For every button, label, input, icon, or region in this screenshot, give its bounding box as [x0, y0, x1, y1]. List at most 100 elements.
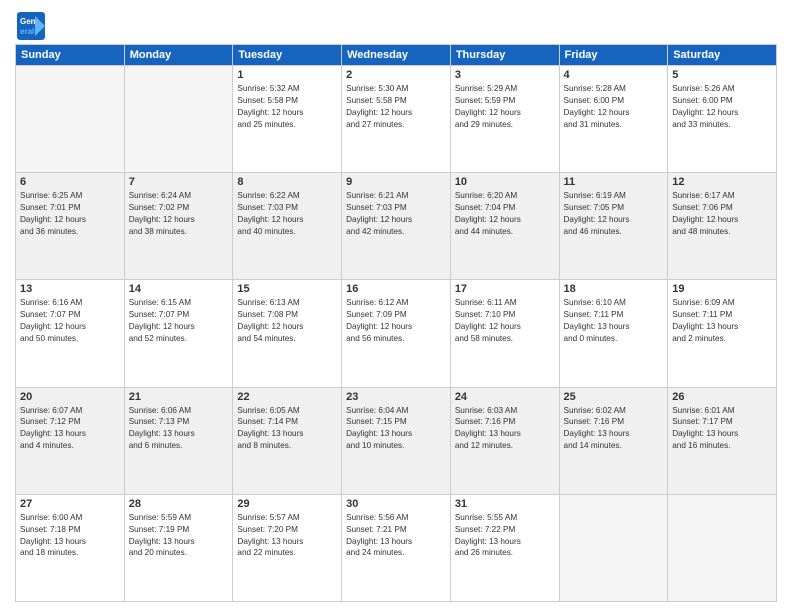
week-row-0: 1Sunrise: 5:32 AMSunset: 5:58 PMDaylight… [16, 66, 777, 173]
day-number: 16 [346, 283, 446, 295]
calendar-cell [559, 494, 668, 601]
day-detail: Sunrise: 6:06 AMSunset: 7:13 PMDaylight:… [129, 405, 229, 453]
calendar-cell: 24 Sunrise: 6:03 AMSunset: 7:16 PMDayligh… [450, 387, 559, 494]
page: Gen eral SundayMondayTuesdayWednesdayThu… [0, 0, 792, 612]
day-number: 19 [672, 283, 772, 295]
calendar-cell: 9 Sunrise: 6:21 AMSunset: 7:03 PMDaylight… [342, 173, 451, 280]
day-number: 3 [455, 69, 555, 81]
day-number: 31 [455, 498, 555, 510]
day-number: 14 [129, 283, 229, 295]
header-row: SundayMondayTuesdayWednesdayThursdayFrid… [16, 45, 777, 66]
day-detail: Sunrise: 5:55 AMSunset: 7:22 PMDaylight:… [455, 512, 555, 560]
day-number: 2 [346, 69, 446, 81]
day-number: 25 [564, 391, 664, 403]
header-cell-friday: Friday [559, 45, 668, 66]
day-number: 17 [455, 283, 555, 295]
calendar-cell: 8 Sunrise: 6:22 AMSunset: 7:03 PMDaylight… [233, 173, 342, 280]
calendar-cell: 22 Sunrise: 6:05 AMSunset: 7:14 PMDayligh… [233, 387, 342, 494]
calendar-cell: 29 Sunrise: 5:57 AMSunset: 7:20 PMDayligh… [233, 494, 342, 601]
day-number: 29 [237, 498, 337, 510]
day-detail: Sunrise: 6:15 AMSunset: 7:07 PMDaylight:… [129, 297, 229, 345]
day-number: 21 [129, 391, 229, 403]
day-number: 13 [20, 283, 120, 295]
header-cell-monday: Monday [124, 45, 233, 66]
calendar-cell: 31 Sunrise: 5:55 AMSunset: 7:22 PMDayligh… [450, 494, 559, 601]
day-detail: Sunrise: 6:13 AMSunset: 7:08 PMDaylight:… [237, 297, 337, 345]
calendar-cell: 30Sunrise: 5:56 AMSunset: 7:21 PMDayligh… [342, 494, 451, 601]
calendar-cell: 20 Sunrise: 6:07 AMSunset: 7:12 PMDayligh… [16, 387, 125, 494]
day-number: 6 [20, 176, 120, 188]
day-number: 26 [672, 391, 772, 403]
week-row-2: 13 Sunrise: 6:16 AMSunset: 7:07 PMDayligh… [16, 280, 777, 387]
week-row-4: 27 Sunrise: 6:00 AMSunset: 7:18 PMDayligh… [16, 494, 777, 601]
day-detail: Sunrise: 5:57 AMSunset: 7:20 PMDaylight:… [237, 512, 337, 560]
day-detail: Sunrise: 6:22 AMSunset: 7:03 PMDaylight:… [237, 190, 337, 238]
calendar-cell: 14 Sunrise: 6:15 AMSunset: 7:07 PMDayligh… [124, 280, 233, 387]
day-detail: Sunrise: 5:30 AMSunset: 5:58 PMDaylight:… [346, 83, 446, 131]
header-cell-sunday: Sunday [16, 45, 125, 66]
day-number: 27 [20, 498, 120, 510]
calendar-cell: 21 Sunrise: 6:06 AMSunset: 7:13 PMDayligh… [124, 387, 233, 494]
day-number: 18 [564, 283, 664, 295]
day-detail: Sunrise: 6:19 AMSunset: 7:05 PMDaylight:… [564, 190, 664, 238]
day-detail: Sunrise: 6:04 AMSunset: 7:15 PMDaylight:… [346, 405, 446, 453]
calendar-cell: 26 Sunrise: 6:01 AMSunset: 7:17 PMDayligh… [668, 387, 777, 494]
day-detail: Sunrise: 5:32 AMSunset: 5:58 PMDaylight:… [237, 83, 337, 131]
day-detail: Sunrise: 6:21 AMSunset: 7:03 PMDaylight:… [346, 190, 446, 238]
logo: Gen eral [15, 10, 47, 38]
week-row-3: 20 Sunrise: 6:07 AMSunset: 7:12 PMDayligh… [16, 387, 777, 494]
day-number: 8 [237, 176, 337, 188]
day-number: 28 [129, 498, 229, 510]
calendar-cell [16, 66, 125, 173]
calendar-cell: 18 Sunrise: 6:10 AMSunset: 7:11 PMDayligh… [559, 280, 668, 387]
header-cell-thursday: Thursday [450, 45, 559, 66]
day-number: 12 [672, 176, 772, 188]
calendar-cell: 28 Sunrise: 5:59 AMSunset: 7:19 PMDayligh… [124, 494, 233, 601]
calendar-cell: 25 Sunrise: 6:02 AMSunset: 7:16 PMDayligh… [559, 387, 668, 494]
calendar-cell: 4Sunrise: 5:28 AMSunset: 6:00 PMDaylight… [559, 66, 668, 173]
day-detail: Sunrise: 6:20 AMSunset: 7:04 PMDaylight:… [455, 190, 555, 238]
day-detail: Sunrise: 6:03 AMSunset: 7:16 PMDaylight:… [455, 405, 555, 453]
day-number: 20 [20, 391, 120, 403]
calendar-cell: 10Sunrise: 6:20 AMSunset: 7:04 PMDayligh… [450, 173, 559, 280]
day-detail: Sunrise: 5:26 AMSunset: 6:00 PMDaylight:… [672, 83, 772, 131]
day-detail: Sunrise: 6:12 AMSunset: 7:09 PMDaylight:… [346, 297, 446, 345]
calendar-cell: 16 Sunrise: 6:12 AMSunset: 7:09 PMDayligh… [342, 280, 451, 387]
calendar-cell: 27 Sunrise: 6:00 AMSunset: 7:18 PMDayligh… [16, 494, 125, 601]
svg-text:eral: eral [20, 27, 34, 36]
day-number: 24 [455, 391, 555, 403]
day-number: 15 [237, 283, 337, 295]
calendar-cell [124, 66, 233, 173]
calendar-cell: 3Sunrise: 5:29 AMSunset: 5:59 PMDaylight… [450, 66, 559, 173]
day-detail: Sunrise: 6:11 AMSunset: 7:10 PMDaylight:… [455, 297, 555, 345]
calendar-header: SundayMondayTuesdayWednesdayThursdayFrid… [16, 45, 777, 66]
logo-icon: Gen eral [15, 10, 43, 38]
day-number: 23 [346, 391, 446, 403]
day-number: 22 [237, 391, 337, 403]
calendar-cell: 11 Sunrise: 6:19 AMSunset: 7:05 PMDayligh… [559, 173, 668, 280]
day-detail: Sunrise: 6:05 AMSunset: 7:14 PMDaylight:… [237, 405, 337, 453]
calendar-cell: 12Sunrise: 6:17 AMSunset: 7:06 PMDayligh… [668, 173, 777, 280]
day-detail: Sunrise: 6:16 AMSunset: 7:07 PMDaylight:… [20, 297, 120, 345]
day-detail: Sunrise: 6:01 AMSunset: 7:17 PMDaylight:… [672, 405, 772, 453]
header-cell-saturday: Saturday [668, 45, 777, 66]
calendar-cell: 7 Sunrise: 6:24 AMSunset: 7:02 PMDaylight… [124, 173, 233, 280]
calendar-cell: 5Sunrise: 5:26 AMSunset: 6:00 PMDaylight… [668, 66, 777, 173]
day-detail: Sunrise: 6:02 AMSunset: 7:16 PMDaylight:… [564, 405, 664, 453]
day-detail: Sunrise: 6:00 AMSunset: 7:18 PMDaylight:… [20, 512, 120, 560]
day-number: 11 [564, 176, 664, 188]
day-detail: Sunrise: 5:59 AMSunset: 7:19 PMDaylight:… [129, 512, 229, 560]
day-detail: Sunrise: 6:24 AMSunset: 7:02 PMDaylight:… [129, 190, 229, 238]
week-row-1: 6Sunrise: 6:25 AMSunset: 7:01 PMDaylight… [16, 173, 777, 280]
calendar-cell: 6Sunrise: 6:25 AMSunset: 7:01 PMDaylight… [16, 173, 125, 280]
day-number: 7 [129, 176, 229, 188]
header-cell-wednesday: Wednesday [342, 45, 451, 66]
day-detail: Sunrise: 6:07 AMSunset: 7:12 PMDaylight:… [20, 405, 120, 453]
calendar-cell: 17 Sunrise: 6:11 AMSunset: 7:10 PMDayligh… [450, 280, 559, 387]
calendar-cell [668, 494, 777, 601]
day-detail: Sunrise: 6:10 AMSunset: 7:11 PMDaylight:… [564, 297, 664, 345]
day-number: 9 [346, 176, 446, 188]
day-detail: Sunrise: 5:56 AMSunset: 7:21 PMDaylight:… [346, 512, 446, 560]
day-detail: Sunrise: 5:28 AMSunset: 6:00 PMDaylight:… [564, 83, 664, 131]
day-detail: Sunrise: 6:09 AMSunset: 7:11 PMDaylight:… [672, 297, 772, 345]
